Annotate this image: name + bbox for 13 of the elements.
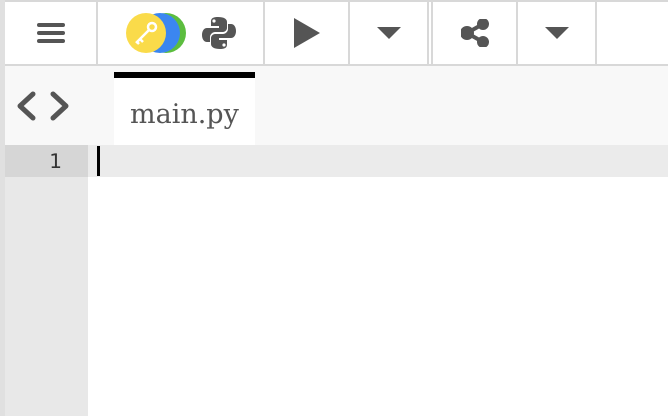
- file-tab[interactable]: main.py: [114, 72, 255, 145]
- key-icon: [126, 13, 188, 53]
- line-number: 1: [5, 145, 88, 177]
- python-logo-icon: [202, 16, 236, 50]
- menu-icon: [36, 22, 64, 44]
- text-cursor: [97, 146, 100, 176]
- caret-icon: [544, 27, 568, 39]
- share-icon: [460, 19, 488, 47]
- back-button[interactable]: [15, 90, 37, 120]
- play-icon: [294, 18, 320, 48]
- share-button[interactable]: [431, 2, 518, 64]
- forward-button[interactable]: [49, 90, 71, 120]
- caret-icon: [376, 27, 400, 39]
